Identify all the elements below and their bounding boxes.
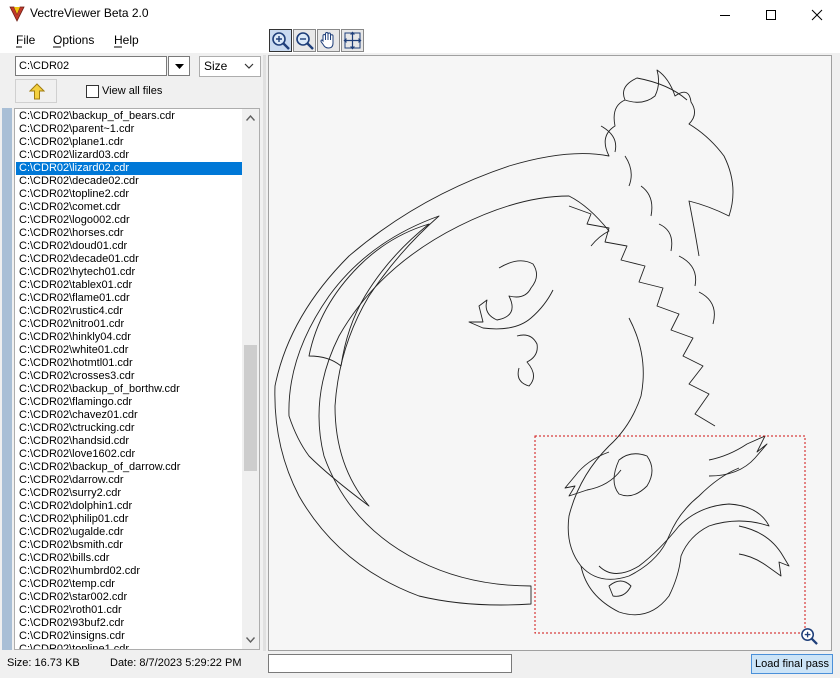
file-list-item[interactable]: C:\CDR02\surry2.cdr xyxy=(16,487,244,500)
panel-edge xyxy=(2,108,12,650)
file-list-item[interactable]: C:\CDR02\star002.cdr xyxy=(16,591,244,604)
scroll-down-icon[interactable] xyxy=(246,637,255,643)
minimize-button[interactable] xyxy=(702,0,748,29)
file-list-item[interactable]: C:\CDR02\decade01.cdr xyxy=(16,253,244,266)
file-list-item[interactable]: C:\CDR02\white01.cdr xyxy=(16,344,244,357)
file-list-item[interactable]: C:\CDR02\comet.cdr xyxy=(16,201,244,214)
file-list-item[interactable]: C:\CDR02\hinkly04.cdr xyxy=(16,331,244,344)
minimize-icon xyxy=(720,14,730,16)
file-list-item[interactable]: C:\CDR02\tablex01.cdr xyxy=(16,279,244,292)
close-button[interactable] xyxy=(794,0,840,29)
up-folder-button[interactable] xyxy=(15,79,57,103)
file-list-item[interactable]: C:\CDR02\horses.cdr xyxy=(16,227,244,240)
file-list-item[interactable]: C:\CDR02\dolphin1.cdr xyxy=(16,500,244,513)
view-all-files-label: View all files xyxy=(102,85,163,97)
file-list-item[interactable]: C:\CDR02\rustic4.cdr xyxy=(16,305,244,318)
file-list-item[interactable]: C:\CDR02\philip01.cdr xyxy=(16,513,244,526)
zoom-out-tool[interactable] xyxy=(293,29,316,52)
file-list-item[interactable]: C:\CDR02\insigns.cdr xyxy=(16,630,244,643)
file-list-item[interactable]: C:\CDR02\temp.cdr xyxy=(16,578,244,591)
scrollbar-thumb[interactable] xyxy=(244,345,257,471)
file-list-item[interactable]: C:\CDR02\crosses3.cdr xyxy=(16,370,244,383)
file-list-item[interactable]: C:\CDR02\lizard02.cdr xyxy=(16,162,244,175)
file-list-item[interactable]: C:\CDR02\hytech01.cdr xyxy=(16,266,244,279)
zoom-cursor-icon xyxy=(801,628,818,645)
menu-file[interactable]: File xyxy=(16,33,35,47)
panel-splitter[interactable] xyxy=(263,55,266,651)
zoom-extents-tool[interactable] xyxy=(341,29,364,52)
file-list-scrollbar[interactable] xyxy=(242,109,259,649)
menu-mnemonic-underlines xyxy=(16,46,122,48)
file-list-item[interactable]: C:\CDR02\chavez01.cdr xyxy=(16,409,244,422)
file-list-item[interactable]: C:\CDR02\darrow.cdr xyxy=(16,474,244,487)
status-input-field[interactable] xyxy=(268,654,512,673)
hand-pan-icon xyxy=(320,31,334,49)
window-title: VectreViewer Beta 2.0 xyxy=(30,6,149,20)
zoom-in-tool[interactable] xyxy=(269,29,292,52)
load-final-pass-button[interactable]: Load final pass xyxy=(751,654,833,674)
file-list-item[interactable]: C:\CDR02\handsid.cdr xyxy=(16,435,244,448)
zoom-extents-icon xyxy=(343,31,362,50)
file-list-item[interactable]: C:\CDR02\parent~1.cdr xyxy=(16,123,244,136)
file-list-item[interactable]: C:\CDR02\topline2.cdr xyxy=(16,188,244,201)
file-list-item[interactable]: C:\CDR02\flamingo.cdr xyxy=(16,396,244,409)
file-list-item[interactable]: C:\CDR02\backup_of_borthw.cdr xyxy=(16,383,244,396)
zoom-out-icon xyxy=(296,32,314,50)
menu-help[interactable]: Help xyxy=(114,33,139,47)
file-list-item[interactable]: C:\CDR02\lizard03.cdr xyxy=(16,149,244,162)
file-list-item[interactable]: C:\CDR02\ctrucking.cdr xyxy=(16,422,244,435)
chevron-down-icon xyxy=(244,63,254,69)
path-dropdown-button[interactable] xyxy=(168,56,190,76)
maximize-button[interactable] xyxy=(748,0,794,29)
view-all-files-checkbox[interactable] xyxy=(86,85,99,98)
file-list-item[interactable]: C:\CDR02\nitro01.cdr xyxy=(16,318,244,331)
file-list-item[interactable]: C:\CDR02\plane1.cdr xyxy=(16,136,244,149)
file-list-item[interactable]: C:\CDR02\decade02.cdr xyxy=(16,175,244,188)
status-file-size: Size: 16.73 KB xyxy=(7,657,80,669)
drawing-canvas[interactable] xyxy=(268,55,832,651)
chevron-down-icon xyxy=(175,64,184,69)
close-icon xyxy=(811,9,823,20)
file-list-item[interactable]: C:\CDR02\topline1.cdr xyxy=(16,643,244,649)
file-list-item[interactable]: C:\CDR02\hotmtl01.cdr xyxy=(16,357,244,370)
sort-select-value: Size xyxy=(204,59,228,73)
path-input[interactable]: C:\CDR02 xyxy=(15,56,167,76)
file-list-item[interactable]: C:\CDR02\backup_of_bears.cdr xyxy=(16,110,244,123)
lizard-vector-drawing xyxy=(274,69,806,634)
scroll-up-icon[interactable] xyxy=(246,115,255,121)
file-list-item[interactable]: C:\CDR02\bsmith.cdr xyxy=(16,539,244,552)
up-arrow-icon xyxy=(29,83,45,100)
file-list[interactable]: C:\CDR02\backup_of_bears.cdr C:\CDR02\par… xyxy=(14,108,260,650)
file-list-item[interactable]: C:\CDR02\logo002.cdr xyxy=(16,214,244,227)
file-list-item[interactable]: C:\CDR02\humbrd02.cdr xyxy=(16,565,244,578)
file-list-item[interactable]: C:\CDR02\backup_of_darrow.cdr xyxy=(16,461,244,474)
file-list-item[interactable]: C:\CDR02\flame01.cdr xyxy=(16,292,244,305)
sort-select[interactable]: Size xyxy=(199,56,261,77)
zoom-in-icon xyxy=(272,32,290,50)
maximize-icon xyxy=(766,9,776,20)
status-file-date: Date: 8/7/2023 5:29:22 PM xyxy=(110,657,242,669)
pan-tool[interactable] xyxy=(317,29,340,52)
file-list-item[interactable]: C:\CDR02\love1602.cdr xyxy=(16,448,244,461)
file-list-item[interactable]: C:\CDR02\bills.cdr xyxy=(16,552,244,565)
app-icon xyxy=(9,6,25,22)
file-list-item[interactable]: C:\CDR02\roth01.cdr xyxy=(16,604,244,617)
file-list-item[interactable]: C:\CDR02\doud01.cdr xyxy=(16,240,244,253)
file-list-item[interactable]: C:\CDR02\93buf2.cdr xyxy=(16,617,244,630)
file-list-items: C:\CDR02\backup_of_bears.cdr C:\CDR02\par… xyxy=(16,110,244,649)
menu-options[interactable]: Options xyxy=(53,33,94,47)
file-list-item[interactable]: C:\CDR02\ugalde.cdr xyxy=(16,526,244,539)
